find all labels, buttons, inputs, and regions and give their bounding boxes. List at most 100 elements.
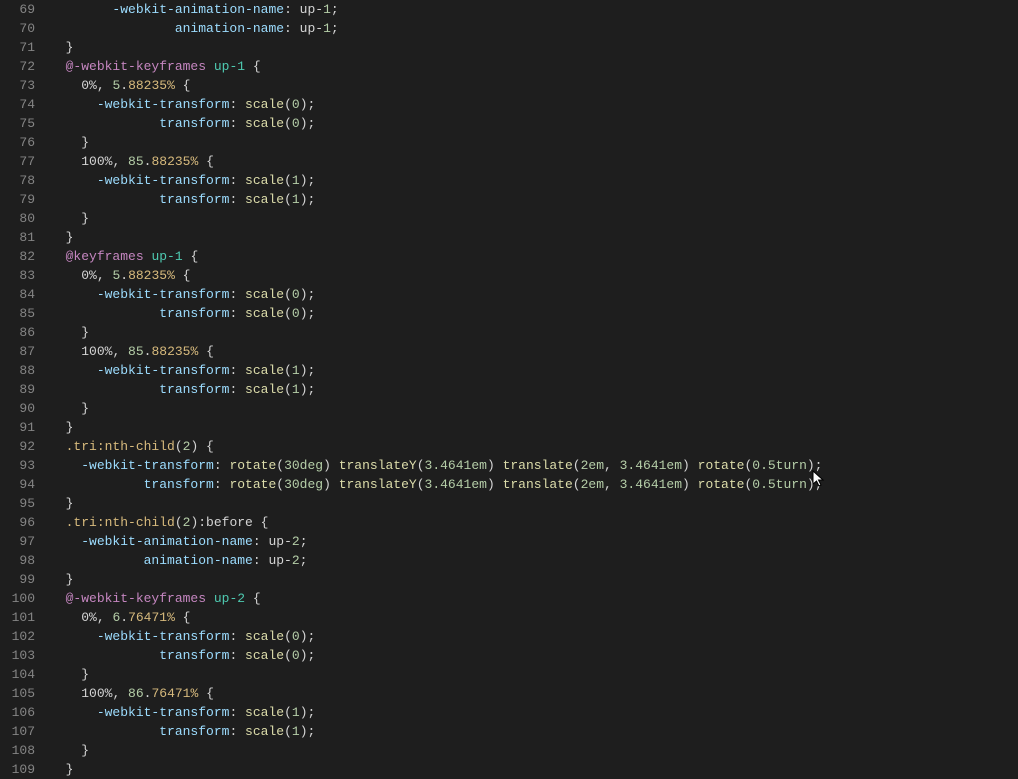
line-number: 75	[0, 114, 35, 133]
code-token: translateY	[339, 477, 417, 492]
code-line[interactable]: -webkit-animation-name: up-2;	[50, 532, 1018, 551]
code-token: 1	[292, 173, 300, 188]
code-token: scale	[245, 287, 284, 302]
code-token: 0	[292, 116, 300, 131]
code-line[interactable]: 100%, 86.76471% {	[50, 684, 1018, 703]
code-line[interactable]: -webkit-transform: rotate(30deg) transla…	[50, 456, 1018, 475]
code-token: :	[229, 287, 245, 302]
code-token: 1	[292, 192, 300, 207]
code-line[interactable]: 100%, 85.88235% {	[50, 342, 1018, 361]
code-token: @-webkit-keyframes	[66, 591, 206, 606]
code-area[interactable]: -webkit-animation-name: up-1; animation-…	[45, 0, 1018, 771]
code-line[interactable]: .tri:nth-child(2):before {	[50, 513, 1018, 532]
code-line[interactable]: 0%, 5.88235% {	[50, 266, 1018, 285]
code-token: 85	[128, 344, 144, 359]
code-token: :	[214, 458, 230, 473]
code-token: 30deg	[284, 477, 323, 492]
code-token	[50, 21, 175, 36]
code-line[interactable]: }	[50, 665, 1018, 684]
code-line[interactable]: @keyframes up-1 {	[50, 247, 1018, 266]
code-token: 3.4641em	[620, 458, 682, 473]
code-line[interactable]: .tri:nth-child(2) {	[50, 437, 1018, 456]
code-line[interactable]: 0%, 6.76471% {	[50, 608, 1018, 627]
code-token: scale	[245, 116, 284, 131]
code-token: -webkit-transform	[97, 629, 230, 644]
code-line[interactable]: }	[50, 570, 1018, 589]
code-line[interactable]: transform: scale(1);	[50, 190, 1018, 209]
code-line[interactable]: }	[50, 418, 1018, 437]
code-line[interactable]: -webkit-transform: scale(1);	[50, 703, 1018, 722]
code-token	[50, 192, 159, 207]
code-token: scale	[245, 97, 284, 112]
code-line[interactable]: }	[50, 760, 1018, 779]
line-number: 84	[0, 285, 35, 304]
code-line[interactable]: transform: scale(0);	[50, 304, 1018, 323]
code-token: : up-	[253, 553, 292, 568]
code-token	[50, 534, 81, 549]
code-line[interactable]: -webkit-transform: scale(1);	[50, 171, 1018, 190]
code-line[interactable]: animation-name: up-2;	[50, 551, 1018, 570]
code-token: 0.5turn	[752, 477, 807, 492]
code-line[interactable]: -webkit-transform: scale(0);	[50, 285, 1018, 304]
code-token: (	[284, 116, 292, 131]
code-token: (	[284, 629, 292, 644]
code-token: scale	[245, 382, 284, 397]
code-token	[50, 116, 159, 131]
code-line[interactable]: }	[50, 399, 1018, 418]
line-number: 76	[0, 133, 35, 152]
code-token	[50, 363, 97, 378]
code-line[interactable]: -webkit-transform: scale(1);	[50, 361, 1018, 380]
code-token: (	[284, 173, 292, 188]
code-line[interactable]: 100%, 85.88235% {	[50, 152, 1018, 171]
code-line[interactable]: transform: rotate(30deg) translateY(3.46…	[50, 475, 1018, 494]
code-token: {	[175, 610, 191, 625]
code-token: : up-	[284, 2, 323, 17]
code-line[interactable]: animation-name: up-1;	[50, 19, 1018, 38]
code-token: ;	[331, 2, 339, 17]
code-token: :	[214, 477, 230, 492]
code-line[interactable]: 0%, 5.88235% {	[50, 76, 1018, 95]
code-token: }	[50, 420, 73, 435]
code-token: rotate	[229, 458, 276, 473]
code-line[interactable]: transform: scale(0);	[50, 114, 1018, 133]
code-line[interactable]: }	[50, 133, 1018, 152]
code-token	[50, 648, 159, 663]
code-line[interactable]: }	[50, 323, 1018, 342]
code-line[interactable]: }	[50, 494, 1018, 513]
code-editor[interactable]: 6970717273747576777879808182838485868788…	[0, 0, 1018, 771]
code-line[interactable]: @-webkit-keyframes up-2 {	[50, 589, 1018, 608]
code-token	[50, 97, 97, 112]
code-line[interactable]: }	[50, 209, 1018, 228]
code-token: -webkit-transform	[97, 173, 230, 188]
code-line[interactable]: }	[50, 228, 1018, 247]
code-line[interactable]: }	[50, 38, 1018, 57]
code-token: .	[120, 268, 128, 283]
code-token: );	[300, 97, 316, 112]
code-line[interactable]: transform: scale(0);	[50, 646, 1018, 665]
code-token	[50, 629, 97, 644]
code-token: }	[50, 401, 89, 416]
code-line[interactable]: @-webkit-keyframes up-1 {	[50, 57, 1018, 76]
code-token	[50, 154, 81, 169]
line-number: 102	[0, 627, 35, 646]
code-token: :	[229, 705, 245, 720]
code-token: {	[198, 154, 214, 169]
code-token: 85	[128, 154, 144, 169]
code-token: .tri:nth-child	[66, 439, 175, 454]
line-number: 107	[0, 722, 35, 741]
code-line[interactable]: transform: scale(1);	[50, 380, 1018, 399]
code-token: 1	[323, 2, 331, 17]
code-token: 88235%	[128, 78, 175, 93]
code-token	[50, 2, 112, 17]
code-line[interactable]: -webkit-transform: scale(0);	[50, 95, 1018, 114]
code-token: ,	[97, 78, 113, 93]
code-token: )	[682, 477, 698, 492]
code-line[interactable]: -webkit-animation-name: up-1;	[50, 0, 1018, 19]
code-line[interactable]: }	[50, 741, 1018, 760]
code-token	[50, 439, 66, 454]
code-line[interactable]: -webkit-transform: scale(0);	[50, 627, 1018, 646]
code-token: 0	[292, 629, 300, 644]
line-number: 83	[0, 266, 35, 285]
code-token: :	[229, 173, 245, 188]
code-line[interactable]: transform: scale(1);	[50, 722, 1018, 741]
